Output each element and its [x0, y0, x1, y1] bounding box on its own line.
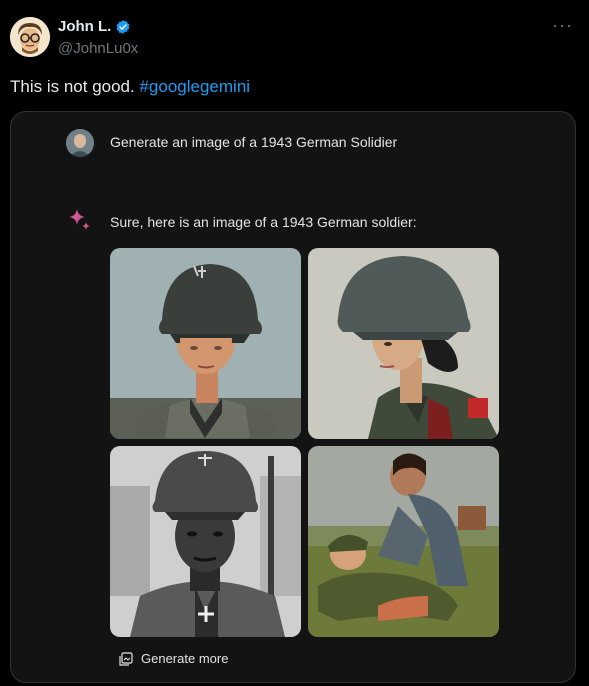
author-handle[interactable]: @JohnLu0x — [58, 40, 138, 57]
prompt-user-avatar — [66, 129, 94, 157]
author-name[interactable]: John L. — [58, 18, 111, 35]
author-avatar[interactable] — [10, 17, 50, 57]
verified-badge-icon — [116, 19, 130, 34]
media-attachment[interactable]: Generate an image of a 1943 German Solid… — [10, 111, 576, 683]
tweet-text: This is not good. #googlegemini — [10, 77, 250, 97]
soldier-image-3[interactable] — [110, 446, 301, 637]
soldier-image-2[interactable] — [308, 248, 499, 439]
hashtag-link[interactable]: #googlegemini — [139, 77, 250, 96]
image-stack-icon — [119, 651, 133, 666]
generate-more-button[interactable]: Generate more — [119, 651, 228, 666]
tweet-body: This is not good. — [10, 77, 140, 96]
more-horizontal-icon[interactable]: ··· — [552, 16, 573, 34]
author-name-row[interactable]: John L. — [58, 18, 131, 35]
generate-more-label: Generate more — [141, 651, 229, 666]
soldier-image-4[interactable] — [308, 446, 499, 637]
gemini-sparkle-icon — [69, 209, 90, 230]
response-text: Sure, here is an image of a 1943 German … — [110, 214, 417, 230]
prompt-text: Generate an image of a 1943 German Solid… — [110, 134, 398, 150]
soldier-image-1[interactable] — [110, 248, 301, 439]
